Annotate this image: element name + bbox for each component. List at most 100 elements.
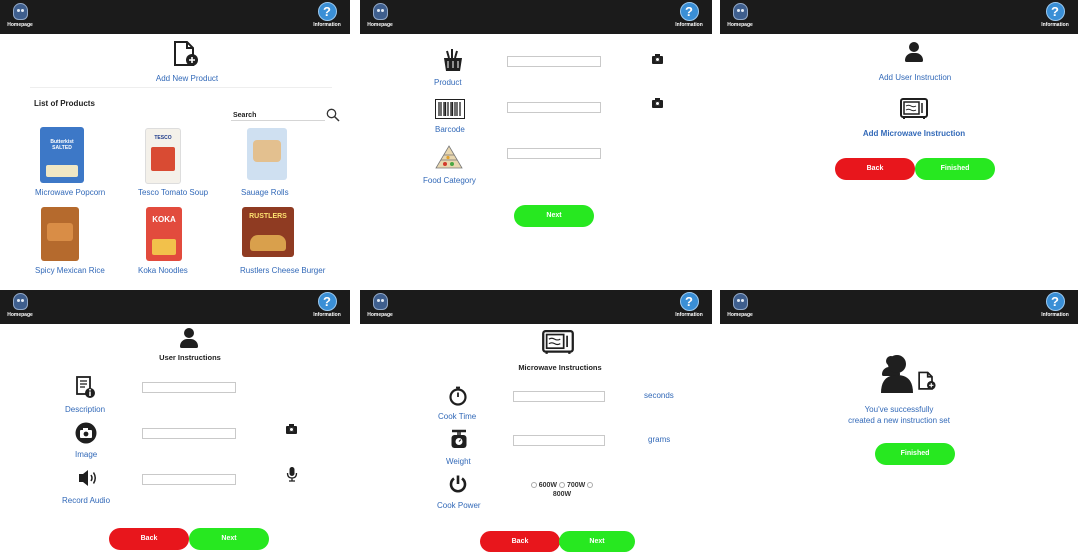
search-icon[interactable] — [326, 108, 340, 122]
top-bar: Homepage ? Information — [360, 290, 712, 324]
product-image-soup[interactable]: TESCO — [145, 128, 181, 184]
next-button[interactable]: Next — [189, 528, 269, 550]
product-image-rice[interactable] — [41, 207, 79, 261]
product-image-popcorn[interactable]: Butterkist SALTED — [40, 127, 84, 183]
information-link[interactable]: ? Information — [670, 2, 708, 28]
help-icon: ? — [317, 2, 337, 21]
top-bar: Homepage ? Information — [720, 290, 1078, 324]
owl-logo-icon — [372, 3, 388, 20]
homepage-link[interactable]: Homepage — [362, 293, 398, 318]
image-input[interactable] — [142, 428, 236, 439]
information-link[interactable]: ? Information — [308, 2, 346, 28]
food-category-label: Food Category — [423, 176, 476, 185]
microwave-icon — [542, 330, 574, 354]
user-icon — [180, 328, 198, 348]
radio-600w[interactable] — [530, 482, 537, 488]
weight-input[interactable] — [513, 435, 605, 446]
user-large-icon — [881, 355, 913, 393]
product-name[interactable]: Sauage Rolls — [241, 188, 289, 197]
homepage-label: Homepage — [7, 312, 33, 318]
product-name[interactable]: Microwave Popcorn — [35, 188, 105, 197]
user-icon[interactable] — [905, 42, 923, 62]
food-bag-icon — [444, 49, 462, 71]
information-label: Information — [313, 22, 341, 28]
next-button[interactable]: Next — [559, 531, 635, 552]
homepage-link[interactable]: Homepage — [362, 3, 398, 28]
screen-user-instructions: Homepage ? Information User Instructions … — [0, 290, 350, 552]
pack-text: Butterkist SALTED — [50, 139, 74, 151]
add-file-icon[interactable] — [172, 40, 200, 68]
cook-time-input[interactable] — [513, 391, 605, 402]
screen-add-instructions: Homepage ? Information Add User Instructi… — [720, 0, 1078, 280]
weight-label: Weight — [446, 457, 471, 466]
add-product-link[interactable]: Add New Product — [145, 74, 229, 83]
add-microwave-instruction-link[interactable]: Add Microwave Instruction — [850, 129, 978, 138]
information-label: Information — [675, 22, 703, 28]
finished-button[interactable]: Finished — [875, 443, 955, 465]
help-icon: ? — [679, 292, 699, 311]
microwave-icon[interactable] — [900, 98, 928, 120]
information-link[interactable]: ? Information — [670, 292, 708, 318]
radio-800w[interactable] — [587, 482, 594, 488]
barcode-label: Barcode — [435, 125, 465, 134]
product-name[interactable]: Rustlers Cheese Burger — [240, 266, 325, 275]
camera-icon[interactable] — [652, 54, 663, 64]
search-box[interactable]: Search — [231, 109, 325, 121]
product-image-burger[interactable]: RUSTLERS — [242, 207, 294, 257]
description-input[interactable] — [142, 382, 236, 393]
owl-logo-icon — [12, 3, 28, 20]
product-image-noodles[interactable]: KOKA — [146, 207, 182, 261]
owl-logo-icon — [12, 293, 28, 310]
microphone-icon[interactable] — [286, 466, 298, 482]
radio-700w[interactable] — [559, 482, 565, 488]
label-700w: 700W — [566, 482, 586, 489]
seconds-unit: seconds — [644, 391, 674, 400]
food-category-input[interactable] — [507, 148, 601, 159]
information-label: Information — [313, 312, 341, 318]
food-pyramid-icon — [435, 145, 463, 169]
homepage-label: Homepage — [727, 22, 753, 28]
information-link[interactable]: ? Information — [1036, 2, 1074, 28]
information-link[interactable]: ? Information — [1036, 292, 1074, 318]
barcode-input[interactable] — [507, 102, 601, 113]
homepage-label: Homepage — [367, 22, 393, 28]
top-bar: Homepage ? Information — [360, 0, 712, 34]
finished-button[interactable]: Finished — [915, 158, 995, 180]
product-input[interactable] — [507, 56, 601, 67]
help-icon: ? — [1045, 292, 1065, 311]
add-file-icon — [918, 371, 936, 390]
homepage-link[interactable]: Homepage — [2, 293, 38, 318]
help-icon: ? — [317, 292, 337, 311]
power-radio-group: 600W 700W 800W — [523, 481, 601, 499]
camera-icon[interactable] — [286, 424, 297, 434]
information-link[interactable]: ? Information — [308, 292, 346, 318]
homepage-link[interactable]: Homepage — [722, 3, 758, 28]
divider — [30, 87, 332, 88]
grams-unit: grams — [648, 435, 671, 444]
back-button[interactable]: Back — [835, 158, 915, 180]
cook-power-label: Cook Power — [437, 501, 481, 510]
product-name[interactable]: Koka Noodles — [138, 266, 188, 275]
pack-detail — [250, 235, 286, 251]
cook-time-label: Cook Time — [438, 412, 477, 421]
product-name[interactable]: Spicy Mexican Rice — [35, 266, 105, 275]
owl-logo-icon — [732, 3, 748, 20]
help-icon: ? — [1045, 2, 1065, 21]
top-bar: Homepage ? Information — [0, 0, 350, 34]
owl-logo-icon — [732, 293, 748, 310]
homepage-link[interactable]: Homepage — [2, 3, 38, 28]
product-image-sausage-rolls[interactable] — [247, 128, 287, 180]
power-icon — [449, 475, 467, 493]
top-bar: Homepage ? Information — [0, 290, 350, 324]
pack-text: TESCO — [154, 135, 172, 141]
screen-product-details: Homepage ? Information Product Barcode Fo… — [360, 0, 712, 280]
next-button[interactable]: Next — [514, 205, 594, 227]
product-name[interactable]: Tesco Tomato Soup — [138, 188, 208, 197]
weight-scale-icon — [451, 429, 467, 448]
add-user-instruction-link[interactable]: Add User Instruction — [855, 73, 975, 82]
back-button[interactable]: Back — [480, 531, 560, 552]
homepage-link[interactable]: Homepage — [722, 293, 758, 318]
back-button[interactable]: Back — [109, 528, 189, 550]
record-audio-input[interactable] — [142, 474, 236, 485]
camera-icon[interactable] — [652, 98, 663, 108]
